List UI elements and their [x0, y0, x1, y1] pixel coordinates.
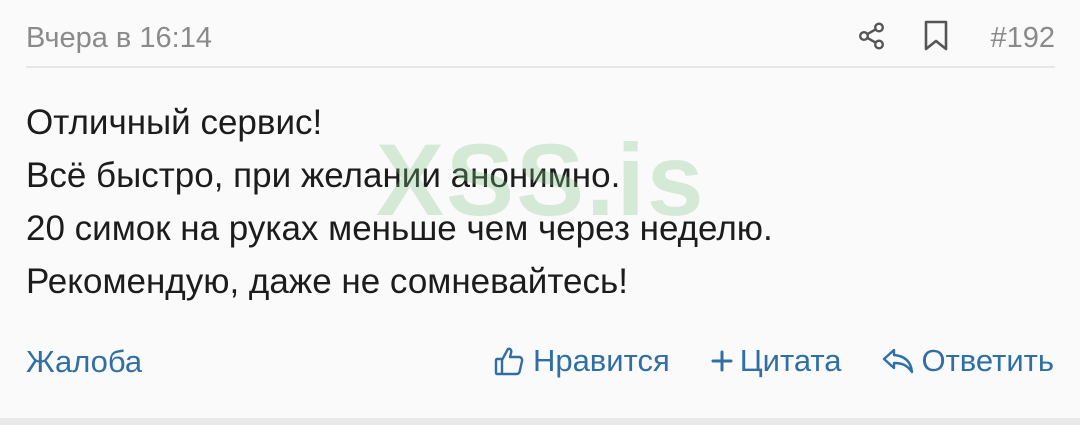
forum-post: Вчера в 16:14 #192 Отличный сервис! Всё …: [0, 0, 1080, 425]
post-message: Отличный сервис! Всё быстро, при желании…: [26, 96, 1026, 308]
reply-label: Ответить: [921, 343, 1054, 378]
post-card: Вчера в 16:14 #192 Отличный сервис! Всё …: [0, 0, 1080, 418]
bookmark-icon: [923, 20, 949, 57]
plus-icon: [710, 349, 734, 373]
message-line: Отличный сервис!: [26, 103, 323, 142]
footer-actions: Нравится Цитата Ответить: [493, 336, 1054, 386]
report-button[interactable]: Жалоба: [26, 344, 142, 380]
like-label: Нравится: [532, 343, 670, 378]
post-header: Вчера в 16:14 #192: [26, 0, 1055, 68]
post-separator: [0, 418, 1080, 425]
share-button[interactable]: [855, 21, 889, 55]
bookmark-button[interactable]: [919, 20, 953, 57]
message-line: 20 симок на руках меньше чем через недел…: [26, 209, 773, 248]
quote-button[interactable]: Цитата: [710, 343, 842, 379]
post-timestamp[interactable]: Вчера в 16:14: [26, 22, 212, 55]
post-number-link[interactable]: #192: [990, 22, 1055, 55]
message-line: Рекомендую, даже не сомневайтесь!: [26, 262, 628, 301]
message-line: Всё быстро, при желании анонимно.: [26, 156, 621, 195]
thumbs-up-icon: [493, 345, 525, 377]
reply-icon: [881, 346, 915, 376]
header-actions: #192: [855, 18, 1055, 58]
quote-label: Цитата: [739, 343, 842, 378]
reply-button[interactable]: Ответить: [881, 343, 1054, 379]
share-icon: [857, 21, 887, 56]
like-button[interactable]: Нравится: [493, 343, 670, 379]
post-footer: Жалоба Нравится Цитата Ответить: [26, 336, 1054, 386]
